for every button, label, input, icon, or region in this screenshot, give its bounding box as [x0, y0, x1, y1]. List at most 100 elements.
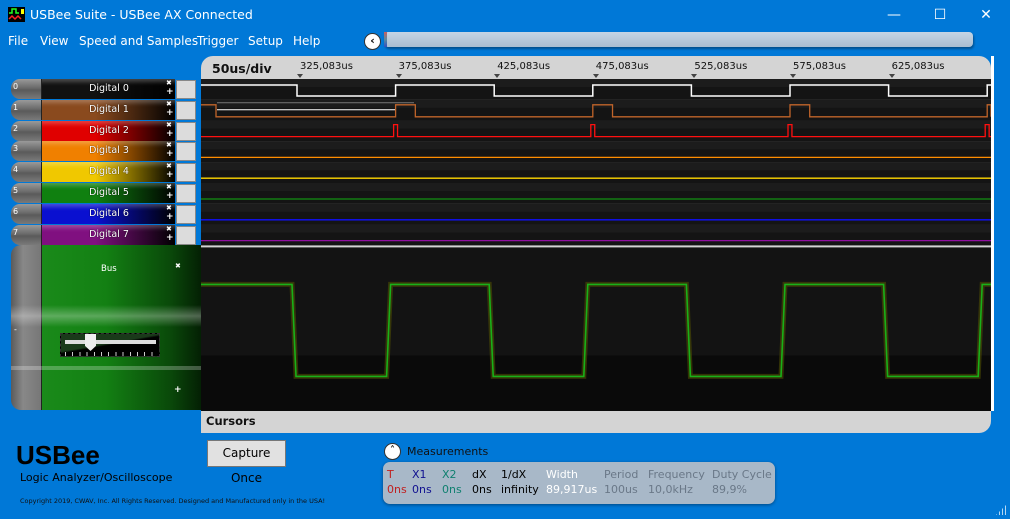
bus-add-button[interactable]: +: [174, 385, 182, 395]
channel-row[interactable]: 4 Digital 4 ✖ +: [11, 162, 201, 183]
channel-trigger-box[interactable]: [176, 100, 196, 120]
resize-grip-icon[interactable]: [996, 505, 1006, 515]
channel-label: Digital 6: [89, 207, 129, 219]
channel-row[interactable]: 2 Digital 2 ✖ +: [11, 120, 201, 141]
measurement-x1: X1 0ns: [412, 467, 432, 497]
time-tick-label: 325,083us: [300, 61, 353, 72]
channel-row[interactable]: 1 Digital 1 ✖ +: [11, 99, 201, 120]
channel-trigger-box[interactable]: [176, 225, 196, 245]
bus-scale-slider[interactable]: [60, 333, 160, 357]
measurement-width: Width 89,917us: [546, 467, 597, 497]
channel-trigger-box[interactable]: [176, 80, 196, 99]
channel-trigger-box[interactable]: [176, 121, 196, 141]
slider-rail: [65, 340, 156, 344]
bus-remove-icon[interactable]: ✖: [175, 262, 181, 270]
menu-view[interactable]: View: [40, 34, 68, 48]
brand-subtitle: Logic Analyzer/Oscilloscope: [20, 471, 173, 484]
lane-highlight: [201, 79, 991, 87]
measurement-value: 0ns: [387, 483, 407, 496]
bus-sheen: [11, 305, 201, 327]
add-channel-icon[interactable]: +: [166, 170, 174, 180]
bus-collapse-button[interactable]: -: [14, 325, 17, 334]
channel-number[interactable]: 3: [11, 141, 41, 162]
waveform-panel: 50us/div 325,083us 375,083us 425,083us 475,…: [201, 56, 991, 433]
time-tick-marker: [888, 74, 895, 78]
channel-number[interactable]: 5: [11, 183, 41, 203]
measurement-header: Duty Cycle: [712, 468, 772, 481]
channel-number[interactable]: 0: [11, 79, 41, 99]
time-tick-label: 525,083us: [694, 61, 748, 72]
channel-row[interactable]: 6 Digital 6 ✖ +: [11, 203, 201, 224]
channel-color-bar[interactable]: Digital 1: [41, 99, 175, 120]
channel-color-bar[interactable]: Digital 7: [41, 224, 175, 245]
lane-highlight: [201, 203, 991, 212]
measurement-value: 89,9%: [712, 483, 747, 496]
channel-number[interactable]: 7: [11, 224, 41, 245]
measurement-header: 1/dX: [501, 468, 527, 481]
add-channel-icon[interactable]: +: [166, 129, 174, 139]
menu-speed-and-samples[interactable]: Speed and Samples: [79, 34, 198, 48]
channel-row[interactable]: 3 Digital 3 ✖ +: [11, 141, 201, 162]
channel-trigger-box[interactable]: [176, 163, 196, 183]
channel-trigger-box[interactable]: [176, 142, 196, 162]
add-channel-icon[interactable]: +: [166, 149, 174, 159]
measurements-title: Measurements: [407, 445, 489, 458]
app-logo-icon: [8, 7, 25, 22]
channel-color-bar[interactable]: Digital 5: [41, 183, 175, 203]
lane-highlight: [201, 162, 991, 171]
measurement-header: Period: [604, 468, 639, 481]
menu-setup[interactable]: Setup: [248, 34, 283, 48]
channel-number[interactable]: 1: [11, 99, 41, 120]
channel-color-bar[interactable]: Digital 6: [41, 203, 175, 224]
slider-ticks: [65, 352, 157, 356]
add-channel-icon[interactable]: +: [166, 233, 174, 243]
channel-row[interactable]: 0 Digital 0 ✖ +: [11, 79, 201, 99]
measurements-toggle-button[interactable]: ˄: [384, 443, 401, 460]
menu-trigger[interactable]: Trigger: [197, 34, 238, 48]
measurement-dx: dX 0ns: [472, 467, 492, 497]
scrollbar-thumb[interactable]: [384, 32, 387, 47]
channel-number[interactable]: 6: [11, 203, 41, 224]
channel-row[interactable]: 7 Digital 7 ✖ +: [11, 224, 201, 245]
measurement-value: 0ns: [442, 483, 462, 496]
waveform-canvas[interactable]: [201, 79, 991, 411]
menu-help[interactable]: Help: [293, 34, 320, 48]
channel-number[interactable]: 4: [11, 162, 41, 183]
add-channel-icon[interactable]: +: [166, 212, 174, 222]
minimize-button[interactable]: —: [871, 0, 917, 30]
channel-color-bar[interactable]: Digital 3: [41, 141, 175, 162]
channel-color-bar[interactable]: Digital 4: [41, 162, 175, 183]
channel-label: Digital 0: [89, 83, 129, 94]
measurement-period: Period 100us: [604, 467, 638, 497]
add-channel-icon[interactable]: +: [166, 108, 174, 118]
capture-once-button[interactable]: Capture Once: [207, 440, 286, 485]
measurement-value: 89,917us: [546, 483, 598, 496]
channel-color-bar[interactable]: Digital 2: [41, 120, 175, 141]
channel-color-bar[interactable]: Digital 0: [41, 79, 175, 99]
chevron-up-icon: ˄: [390, 445, 395, 456]
measurement-1-dx: 1/dX infinity: [501, 467, 539, 497]
channel-label: Digital 1: [89, 103, 129, 115]
lane-highlight: [201, 141, 991, 150]
channel-trigger-box[interactable]: [176, 184, 196, 203]
channel-row[interactable]: 5 Digital 5 ✖ +: [11, 183, 201, 203]
time-scrollbar[interactable]: [384, 32, 973, 47]
measurement-x2: X2 0ns: [442, 467, 462, 497]
add-channel-icon[interactable]: +: [166, 191, 174, 201]
maximize-button[interactable]: ☐: [917, 0, 963, 30]
time-per-div[interactable]: 50us/div: [212, 61, 272, 76]
lane-highlight: [201, 183, 991, 191]
scroll-left-button[interactable]: ‹: [364, 33, 381, 50]
menu-file[interactable]: File: [8, 34, 28, 48]
slider-thumb[interactable]: [85, 334, 96, 351]
time-tick-marker: [790, 74, 796, 78]
measurement-value: 0ns: [472, 483, 492, 496]
channel-trigger-box[interactable]: [176, 204, 196, 224]
close-button[interactable]: ✕: [963, 0, 1009, 30]
bus-label: Bus: [101, 264, 117, 274]
add-channel-icon[interactable]: +: [166, 87, 174, 97]
measurement-value: 10,0kHz: [648, 483, 693, 496]
channel-number[interactable]: 2: [11, 120, 41, 141]
time-tick-marker: [592, 74, 599, 78]
measurement-header: dX: [472, 468, 487, 481]
